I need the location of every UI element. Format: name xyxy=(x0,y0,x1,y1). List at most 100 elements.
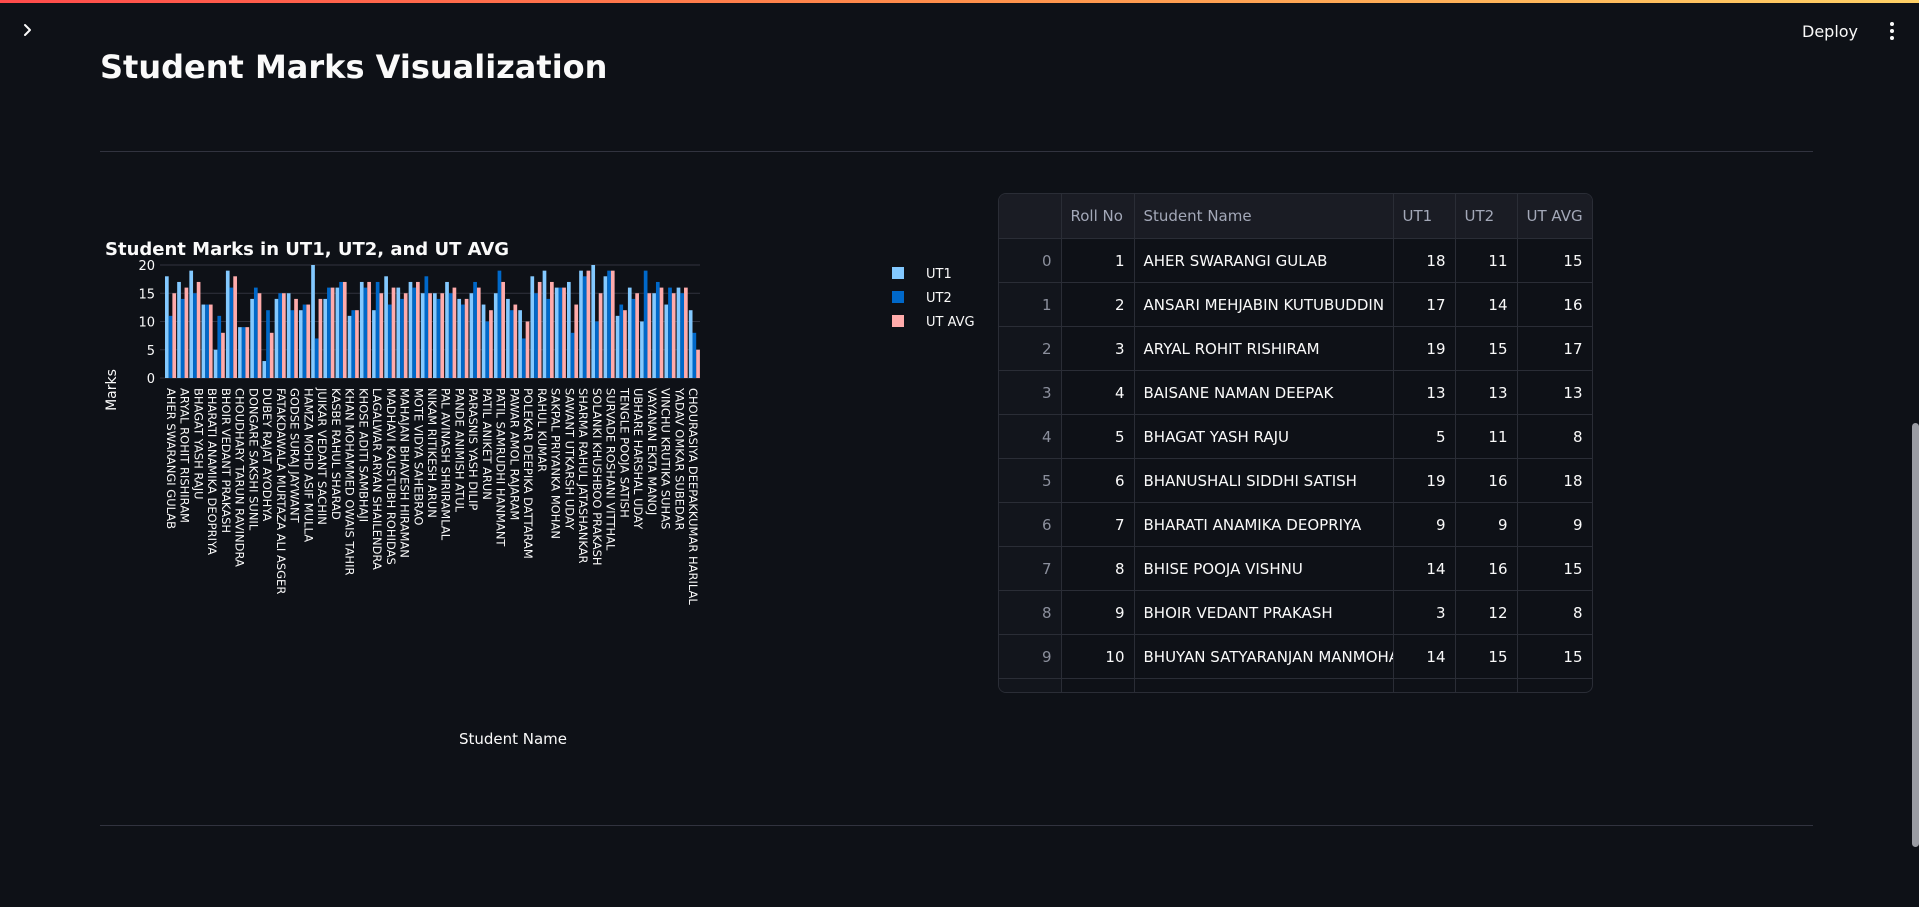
table-cell-student-name[interactable] xyxy=(1134,678,1394,692)
chart-bar[interactable] xyxy=(257,293,262,378)
chart-bar[interactable] xyxy=(652,293,656,378)
chart-bar[interactable] xyxy=(464,298,469,378)
chart-bar[interactable] xyxy=(473,281,477,378)
legend-label[interactable]: UT AVG xyxy=(926,315,975,330)
chart-bar[interactable] xyxy=(359,281,364,378)
chart-bar[interactable] xyxy=(262,361,267,378)
student-dataframe[interactable]: Roll No Student Name UT1 UT2 UT AVG 0 1 AH… xyxy=(998,193,1593,693)
chart-bar[interactable] xyxy=(542,270,547,378)
legend-label[interactable]: UT1 xyxy=(926,267,952,282)
chart-bar[interactable] xyxy=(489,310,493,378)
chart-bar[interactable] xyxy=(457,298,462,378)
chart-bar[interactable] xyxy=(595,321,599,379)
chart-bar[interactable] xyxy=(481,304,486,378)
legend-swatch[interactable] xyxy=(892,291,904,303)
chart-bar[interactable] xyxy=(506,298,510,378)
chart-bar[interactable] xyxy=(250,298,254,378)
table-cell-index[interactable]: 0 xyxy=(999,238,1062,283)
chart-bar[interactable] xyxy=(241,327,246,378)
table-cell-roll-no[interactable]: 9 xyxy=(1061,590,1135,635)
table-cell-ut2[interactable]: 11 xyxy=(1455,238,1518,283)
chart-bar[interactable] xyxy=(579,270,583,378)
column-header-ut-avg[interactable]: UT AVG xyxy=(1517,194,1592,239)
table-cell-index[interactable]: 6 xyxy=(999,502,1062,547)
table-cell-ut2[interactable]: 12 xyxy=(1455,590,1518,635)
chart-bar[interactable] xyxy=(586,270,591,378)
table-cell-roll-no[interactable]: 8 xyxy=(1061,546,1135,591)
chart-bar[interactable] xyxy=(213,349,218,378)
table-cell-student-name[interactable]: BHISE POOJA VISHNU xyxy=(1134,546,1394,591)
chart-bar[interactable] xyxy=(668,287,672,378)
chart-bar[interactable] xyxy=(274,298,279,378)
chart-bar[interactable] xyxy=(627,287,632,378)
chart-bar[interactable] xyxy=(610,270,615,378)
table-cell-index[interactable]: 4 xyxy=(999,414,1062,459)
chart-bar[interactable] xyxy=(372,310,376,378)
table-row[interactable]: 3 4 BAISANE NAMAN DEEPAK 13 13 13 xyxy=(999,370,1592,415)
table-cell-ut-avg[interactable]: 15 xyxy=(1517,546,1592,591)
chart-bar[interactable] xyxy=(189,270,194,378)
table-cell-student-name[interactable]: BHANUSHALI SIDDHI SATISH xyxy=(1134,458,1394,503)
chart-bar[interactable] xyxy=(476,287,481,378)
column-header-roll-no[interactable]: Roll No xyxy=(1061,194,1135,239)
chart-bar[interactable] xyxy=(286,293,291,378)
chart-bar[interactable] xyxy=(367,281,371,378)
chart-bar[interactable] xyxy=(521,338,526,378)
chart-bar[interactable] xyxy=(436,298,441,378)
page-scrollbar[interactable] xyxy=(1912,423,1919,847)
chart-bar[interactable] xyxy=(238,327,242,378)
chart-bar[interactable] xyxy=(302,304,307,378)
chart-bar[interactable] xyxy=(452,287,457,378)
chart-bar[interactable] xyxy=(684,287,688,378)
chart-bar[interactable] xyxy=(469,293,474,378)
chart-bar[interactable] xyxy=(342,281,347,378)
legend-label[interactable]: UT2 xyxy=(926,291,952,306)
chart-bar[interactable] xyxy=(485,321,490,379)
table-cell-ut1[interactable]: 18 xyxy=(1393,238,1456,283)
chart-bar[interactable] xyxy=(623,310,627,378)
chart-bar[interactable] xyxy=(445,281,449,378)
chart-bar[interactable] xyxy=(607,270,611,378)
column-header-student-name[interactable]: Student Name xyxy=(1134,194,1394,239)
chart-bar[interactable] xyxy=(294,298,298,378)
chart-bar[interactable] xyxy=(330,287,335,378)
chart-bar[interactable] xyxy=(554,287,559,378)
table-cell-student-name[interactable]: BHOIR VEDANT PRAKASH xyxy=(1134,590,1394,635)
table-cell-ut-avg[interactable]: 15 xyxy=(1517,634,1592,679)
sidebar-toggle-button[interactable] xyxy=(16,16,40,44)
chart-bar[interactable] xyxy=(253,287,258,378)
chart-bar[interactable] xyxy=(168,315,173,378)
chart-bar[interactable] xyxy=(318,298,323,378)
chart-bar[interactable] xyxy=(193,293,197,378)
chart-bar[interactable] xyxy=(335,287,340,378)
chart-bar[interactable] xyxy=(570,332,575,378)
table-row[interactable]: 1 2 ANSARI MEHJABIN KUTUBUDDIN 17 14 16 xyxy=(999,282,1592,327)
chart-bar[interactable] xyxy=(534,293,538,378)
table-row[interactable]: 0 1 AHER SWARANGI GULAB 18 11 15 xyxy=(999,238,1592,283)
chart-bar[interactable] xyxy=(615,315,620,378)
chart-bar[interactable] xyxy=(424,276,429,378)
chart-bar[interactable] xyxy=(562,287,566,378)
chart-bar[interactable] xyxy=(696,349,700,378)
chart-bar[interactable] xyxy=(574,304,579,378)
table-row[interactable]: 5 6 BHANUSHALI SIDDHI SATISH 19 16 18 xyxy=(999,458,1592,503)
chart-bar[interactable] xyxy=(408,281,413,378)
chart-bar[interactable] xyxy=(306,304,311,378)
chart-bar[interactable] xyxy=(172,293,177,378)
chart-bar[interactable] xyxy=(355,310,359,378)
table-cell-ut2[interactable]: 13 xyxy=(1455,370,1518,415)
chart-bar[interactable] xyxy=(184,287,189,378)
chart-bar[interactable] xyxy=(546,298,551,378)
chart-bar[interactable] xyxy=(692,332,697,378)
table-cell-ut1[interactable]: 17 xyxy=(1393,282,1456,327)
chart-bar[interactable] xyxy=(591,265,596,378)
chart-bar[interactable] xyxy=(530,276,535,378)
table-cell-ut2[interactable]: 14 xyxy=(1455,282,1518,327)
chart-bar[interactable] xyxy=(323,298,328,378)
chart-bar[interactable] xyxy=(245,327,250,378)
table-row[interactable]: 6 7 BHARATI ANAMIKA DEOPRIYA 9 9 9 xyxy=(999,502,1592,547)
table-cell-ut1[interactable]: 14 xyxy=(1393,546,1456,591)
table-cell-roll-no[interactable]: 4 xyxy=(1061,370,1135,415)
table-cell-ut1[interactable]: 9 xyxy=(1393,502,1456,547)
chart-bar[interactable] xyxy=(567,281,571,378)
